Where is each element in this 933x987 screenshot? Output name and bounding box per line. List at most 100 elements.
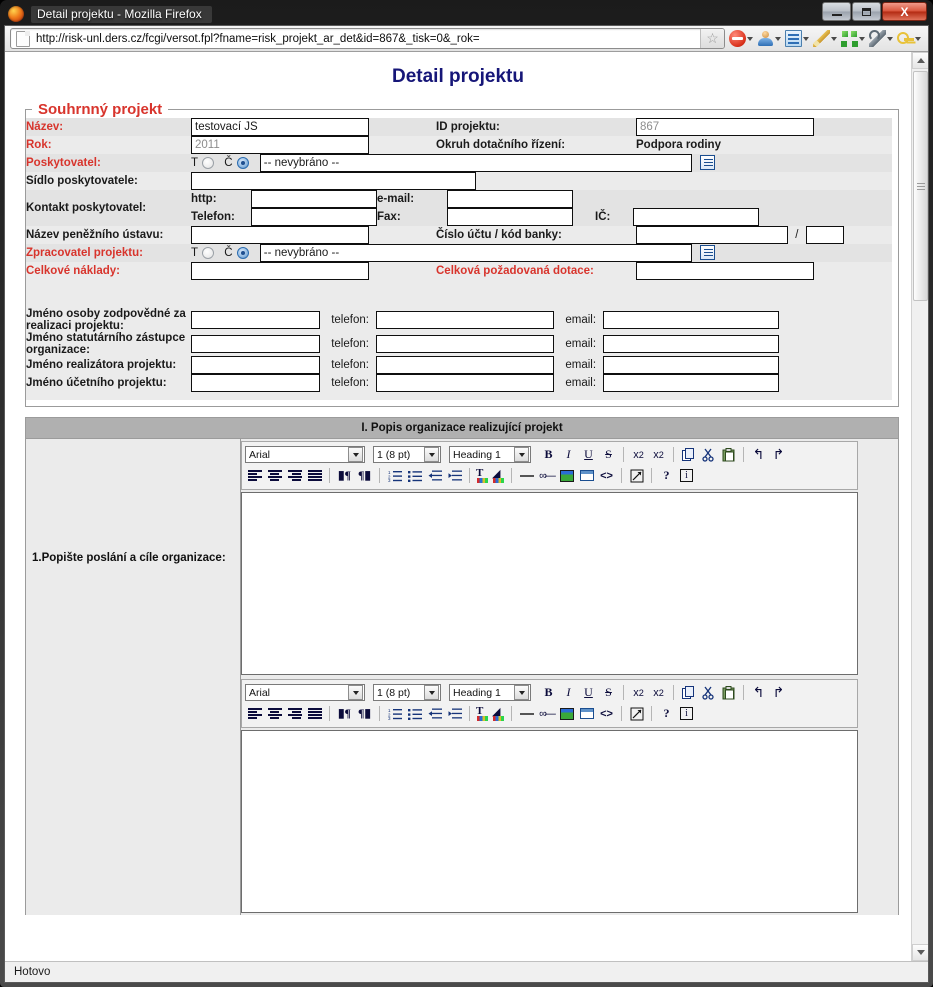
strikethrough-icon[interactable]: S — [599, 683, 618, 702]
ic-input[interactable] — [633, 208, 759, 226]
zpracovatel-picker-icon[interactable] — [699, 245, 715, 261]
person-name-input-2[interactable] — [191, 356, 320, 374]
scrollbar-thumb[interactable] — [913, 71, 928, 301]
source-code-icon[interactable]: <> — [597, 466, 616, 485]
zpracovatel-radio-t[interactable]: T — [191, 247, 215, 259]
superscript-icon[interactable]: x2 — [649, 683, 668, 702]
outdent-icon[interactable] — [425, 466, 444, 485]
direction-rtl-icon[interactable]: ¶▮ — [355, 704, 374, 723]
fullscreen-icon[interactable] — [627, 466, 646, 485]
editor-body-2[interactable] — [241, 730, 858, 913]
paragraph-style-select[interactable]: Heading 1 — [449, 446, 531, 463]
horizontal-rule-icon[interactable] — [517, 466, 536, 485]
chevron-down-icon[interactable] — [747, 36, 753, 41]
sidlo-input[interactable] — [191, 172, 476, 190]
telefon-input[interactable] — [251, 208, 377, 226]
paste-icon[interactable] — [719, 683, 738, 702]
redo-icon[interactable]: ↰ — [769, 683, 788, 702]
scroll-up-button[interactable] — [912, 52, 928, 69]
person-name-input-0[interactable] — [191, 311, 320, 329]
strikethrough-icon[interactable]: S — [599, 445, 618, 464]
close-button[interactable]: X — [882, 2, 927, 21]
underline-icon[interactable]: U — [579, 683, 598, 702]
poskytovatel-radio-c[interactable]: Č — [224, 157, 249, 169]
indent-icon[interactable] — [445, 466, 464, 485]
bookmark-star-icon[interactable]: ☆ — [700, 29, 724, 48]
text-color-icon[interactable]: T — [475, 705, 490, 721]
id-projektu-input[interactable] — [636, 118, 814, 136]
text-color-icon[interactable]: T — [475, 467, 490, 483]
indent-icon[interactable] — [445, 704, 464, 723]
zpracovatel-radio-c[interactable]: Č — [224, 247, 249, 259]
bold-icon[interactable]: B — [539, 683, 558, 702]
direction-ltr-icon[interactable]: ▮¶ — [335, 466, 354, 485]
chevron-down-icon[interactable] — [424, 447, 439, 462]
chevron-down-icon[interactable] — [831, 36, 837, 41]
info-icon[interactable]: i — [677, 704, 696, 723]
bold-icon[interactable]: B — [539, 445, 558, 464]
radio-t-button[interactable] — [202, 247, 215, 259]
help-icon[interactable]: ? — [657, 704, 676, 723]
underline-icon[interactable]: U — [579, 445, 598, 464]
user-button[interactable] — [757, 30, 784, 47]
editor-body-1[interactable] — [241, 492, 858, 675]
chevron-down-icon[interactable] — [348, 685, 363, 700]
url-text[interactable]: http://risk-unl.ders.cz/fcgi/versot.fpl?… — [36, 33, 700, 45]
document-button[interactable] — [785, 30, 812, 47]
chevron-down-icon[interactable] — [915, 36, 921, 41]
paragraph-style-select[interactable]: Heading 1 — [449, 684, 531, 701]
rok-input[interactable] — [191, 136, 369, 154]
insert-table-icon[interactable] — [577, 466, 596, 485]
ustav-input[interactable] — [191, 226, 369, 244]
http-input[interactable] — [251, 190, 377, 208]
minimize-button[interactable] — [822, 2, 851, 21]
ordered-list-icon[interactable]: 123 — [385, 704, 404, 723]
person-name-input-3[interactable] — [191, 374, 320, 392]
adblock-button[interactable] — [729, 30, 756, 47]
radio-c-button[interactable] — [236, 157, 249, 169]
info-icon[interactable]: i — [677, 466, 696, 485]
cut-icon[interactable] — [699, 445, 718, 464]
chevron-down-icon[interactable] — [859, 36, 865, 41]
person-email-input-0[interactable] — [603, 311, 780, 329]
expand-button[interactable] — [841, 30, 868, 47]
scroll-down-button[interactable] — [912, 944, 928, 961]
vertical-scrollbar[interactable] — [911, 52, 928, 961]
cut-icon[interactable] — [699, 683, 718, 702]
chevron-down-icon[interactable] — [348, 447, 363, 462]
radio-t-button[interactable] — [202, 157, 215, 169]
nazev-input[interactable] — [191, 118, 369, 136]
italic-icon[interactable]: I — [559, 445, 578, 464]
maximize-button[interactable] — [852, 2, 881, 21]
poskytovatel-input[interactable] — [259, 154, 692, 172]
wrench-button[interactable] — [869, 30, 896, 47]
key-button[interactable] — [897, 30, 924, 47]
horizontal-rule-icon[interactable] — [517, 704, 536, 723]
ucet-input[interactable] — [636, 226, 788, 244]
undo-icon[interactable]: ↰ — [749, 683, 768, 702]
align-right-icon[interactable] — [285, 466, 304, 485]
dotace-input[interactable] — [636, 262, 814, 280]
align-justify-icon[interactable] — [305, 704, 324, 723]
align-center-icon[interactable] — [265, 466, 284, 485]
source-code-icon[interactable]: <> — [597, 704, 616, 723]
chevron-down-icon[interactable] — [424, 685, 439, 700]
pencil-button[interactable] — [813, 30, 840, 47]
outdent-icon[interactable] — [425, 704, 444, 723]
align-left-icon[interactable] — [245, 704, 264, 723]
chevron-down-icon[interactable] — [775, 36, 781, 41]
person-phone-input-1[interactable] — [376, 335, 555, 353]
radio-c-button[interactable] — [236, 247, 249, 259]
insert-table-icon[interactable] — [577, 704, 596, 723]
align-left-icon[interactable] — [245, 466, 264, 485]
unordered-list-icon[interactable] — [405, 704, 424, 723]
redo-icon[interactable]: ↰ — [769, 445, 788, 464]
insert-image-icon[interactable] — [557, 466, 576, 485]
ordered-list-icon[interactable]: 123 — [385, 466, 404, 485]
undo-icon[interactable]: ↰ — [749, 445, 768, 464]
insert-link-icon[interactable]: ∞— — [537, 466, 556, 485]
help-icon[interactable]: ? — [657, 466, 676, 485]
italic-icon[interactable]: I — [559, 683, 578, 702]
poskytovatel-radio-t[interactable]: T — [191, 157, 215, 169]
person-email-input-1[interactable] — [603, 335, 780, 353]
